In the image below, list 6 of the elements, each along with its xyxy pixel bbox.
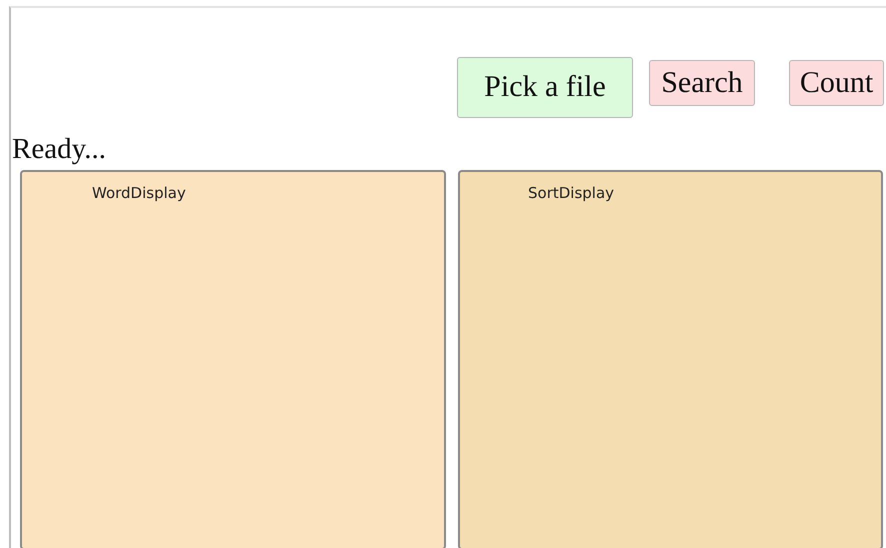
panel-label: SortDisplay: [528, 184, 614, 202]
pick-file-button[interactable]: Pick a file: [457, 56, 633, 118]
action-button[interactable]: Count: [789, 60, 884, 106]
status-text: Ready...: [12, 132, 106, 166]
action-button[interactable]: Search: [649, 60, 755, 106]
panel-label: WordDisplay: [92, 184, 186, 202]
